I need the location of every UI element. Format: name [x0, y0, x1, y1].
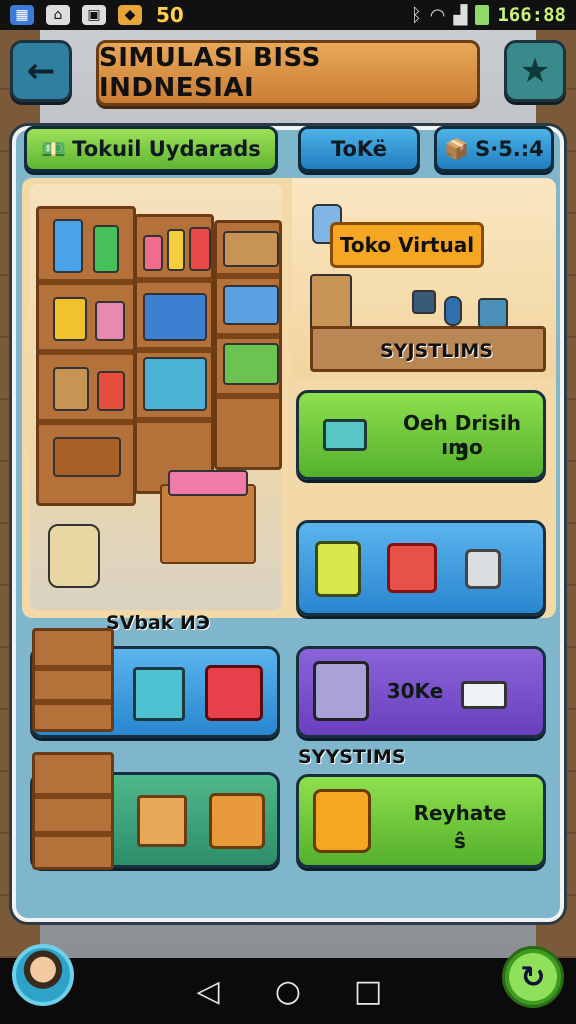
notification-count: 50: [156, 3, 184, 27]
signal-icon: ▟: [453, 4, 468, 26]
red-cart-icon: [205, 665, 263, 721]
product-bottle-yellow: [167, 229, 185, 271]
cabinet: [53, 437, 121, 477]
product-drinks: [143, 357, 207, 411]
systems-label-bottom: SYYSTIMS: [298, 746, 406, 768]
shield-icon: ◆: [118, 5, 142, 25]
tote-bag: [48, 524, 100, 588]
display-table: [160, 484, 256, 564]
product-bag-green: [93, 225, 119, 273]
store-interior: [30, 184, 282, 610]
refresh-button[interactable]: ↻: [502, 946, 564, 1008]
crate-icon: 📦: [444, 137, 470, 161]
tab-coins-label: S·5.:4: [475, 137, 544, 161]
bluetooth-icon: ᛒ: [410, 4, 422, 26]
rebate-sub: ŝ: [454, 829, 466, 853]
register-card[interactable]: Oeh Drisih ımo 3: [296, 390, 546, 480]
shelf-left: [36, 206, 136, 506]
avatar[interactable]: [12, 944, 74, 1006]
app-icon: ▦: [10, 5, 34, 25]
cardboard-box-icon: [137, 795, 187, 847]
product-bag-yellow: [53, 297, 87, 341]
nav-home-icon[interactable]: ○: [248, 974, 328, 1009]
display-products: [168, 470, 248, 496]
mini-shelf-1: [32, 628, 114, 732]
home-icon: ⌂: [46, 5, 70, 25]
nav-recents-icon[interactable]: □: [328, 974, 408, 1009]
tab-toko[interactable]: ToKë: [298, 126, 420, 172]
tab-coins[interactable]: 📦 S·5.:4: [434, 126, 554, 172]
refresh-icon: ↻: [520, 959, 546, 995]
page-title: SIMULASI BISS INDNESIAI: [99, 43, 321, 103]
product-bag-blue: [53, 219, 83, 273]
battery-icon: [475, 5, 490, 25]
tab-upgrades-label: Tokuil Uydarads: [72, 137, 261, 161]
status-bar: ▦ ⌂ ▣ ◆ 50 ᛒ ◠ ▟ 166:88: [0, 0, 576, 30]
shelf-middle: [134, 214, 214, 494]
product-bag-pink: [95, 301, 125, 341]
back-button[interactable]: ←: [10, 40, 72, 102]
product-bags: [223, 285, 279, 325]
mini-shelf-2: [32, 752, 114, 870]
favorite-button[interactable]: ★: [504, 40, 566, 102]
shopping-cart-icon: [313, 789, 371, 853]
monitor: [412, 290, 436, 314]
image-icon: ▣: [82, 5, 106, 25]
produce-crate-icon: [133, 667, 185, 721]
nav-back-icon[interactable]: ◁: [168, 974, 248, 1009]
basket-icon: [313, 661, 369, 721]
systems-label-top: SYJSTLIMS: [380, 340, 493, 362]
tray-icon: [461, 681, 507, 709]
tab-upgrades[interactable]: 💵 Tokuil Uydarads: [24, 126, 278, 172]
register-screen: [478, 298, 508, 328]
rebate-text: Reyhate: [413, 801, 507, 825]
product-packs: [143, 293, 207, 341]
shelf-right: [214, 220, 282, 470]
wifi-icon: ◠: [429, 4, 446, 26]
money-icon: 💵: [41, 137, 67, 161]
storage-card[interactable]: 30Ke: [296, 646, 546, 738]
clock: 166:88: [497, 4, 566, 26]
rebate-card[interactable]: Reyhate ŝ: [296, 774, 546, 868]
device-icon: [465, 549, 501, 589]
product-jug: [189, 227, 211, 271]
title-plate: SIMULASI BISS INDNESIAI: [96, 40, 480, 106]
product-boxes: [223, 231, 279, 267]
cash-register-icon: [313, 403, 377, 467]
arrow-left-icon: ←: [26, 51, 56, 91]
store-sign-text: Toko Virtual: [339, 233, 475, 257]
tab-toko-label: ToKë: [330, 137, 388, 161]
product-box: [53, 367, 89, 411]
product-bottles: [223, 343, 279, 385]
basket-orange-icon: [209, 793, 265, 849]
items-card[interactable]: [296, 520, 546, 616]
stacked-boxes: [310, 274, 352, 334]
cashier-person: [444, 296, 462, 326]
store-sign: Toko Virtual: [330, 222, 484, 268]
box-icon: [315, 541, 361, 597]
star-icon: ★: [519, 51, 551, 91]
register-sub: 3: [455, 441, 469, 465]
product-bottle: [143, 235, 163, 271]
android-nav-bar: ◁ ○ □: [0, 958, 576, 1024]
cart-icon: [387, 543, 437, 593]
product-snack: [97, 371, 125, 411]
storage-label: SVbak ИЭ: [106, 612, 210, 634]
purple-card-text: 30Ke: [386, 679, 444, 703]
